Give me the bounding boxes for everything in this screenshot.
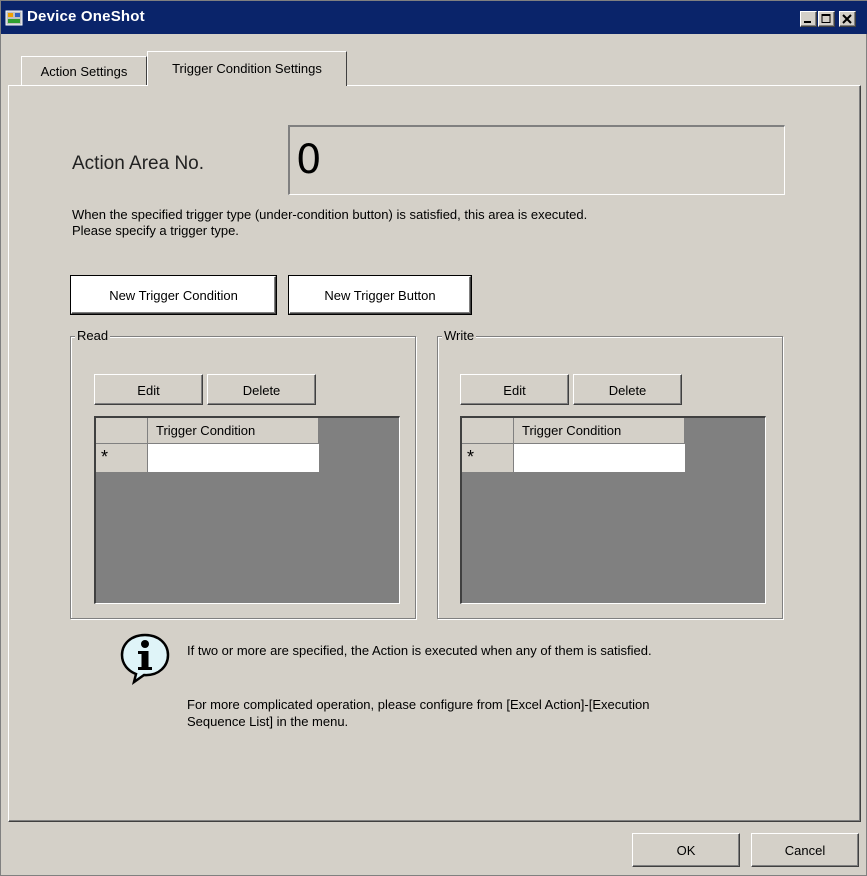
info-note-complicated: For more complicated operation, please c… — [187, 696, 649, 730]
action-area-number-field: 0 — [288, 125, 785, 195]
description-text: When the specified trigger type (under-c… — [72, 207, 587, 239]
title-bar[interactable]: Device OneShot — [1, 1, 867, 34]
write-delete-button[interactable]: Delete — [573, 374, 682, 405]
write-edit-button[interactable]: Edit — [460, 374, 569, 405]
tab-action-settings[interactable]: Action Settings — [21, 56, 147, 85]
action-area-value: 0 — [296, 137, 322, 183]
ok-button[interactable]: OK — [632, 833, 740, 867]
read-column-header[interactable]: Trigger Condition — [148, 418, 319, 444]
read-group-legend: Read — [75, 328, 111, 343]
close-button[interactable] — [839, 11, 856, 27]
grid-corner — [96, 418, 148, 444]
read-trigger-grid[interactable]: Trigger Condition * — [94, 416, 400, 604]
cancel-button[interactable]: Cancel — [751, 833, 859, 867]
tab-trigger-condition-settings[interactable]: Trigger Condition Settings — [147, 51, 347, 89]
read-new-row-cell[interactable] — [148, 444, 319, 472]
device-oneshot-window: Device OneShot Action Settings Trigger C… — [0, 0, 867, 876]
close-icon — [842, 14, 852, 24]
minimize-button[interactable] — [800, 11, 817, 27]
read-new-row-header[interactable]: * — [96, 444, 148, 472]
write-trigger-grid[interactable]: Trigger Condition * — [460, 416, 766, 604]
description-line-2: Please specify a trigger type. — [72, 223, 239, 238]
new-trigger-condition-button[interactable]: New Trigger Condition — [71, 276, 276, 314]
write-column-header[interactable]: Trigger Condition — [514, 418, 685, 444]
action-area-label: Action Area No. — [72, 153, 205, 174]
description-line-1: When the specified trigger type (under-c… — [72, 207, 588, 222]
read-edit-button[interactable]: Edit — [94, 374, 203, 405]
info-icon — [120, 633, 170, 685]
minimize-icon — [804, 21, 811, 23]
grid-corner — [462, 418, 514, 444]
info-note-line-2: Sequence List] in the menu. — [187, 714, 349, 729]
maximize-icon — [821, 14, 831, 23]
window-title: Device OneShot — [27, 8, 145, 25]
info-note-any: If two or more are specified, the Action… — [187, 643, 652, 658]
new-trigger-button-button[interactable]: New Trigger Button — [289, 276, 471, 314]
maximize-button[interactable] — [818, 11, 835, 27]
info-note-line-1: For more complicated operation, please c… — [187, 697, 650, 712]
write-new-row-header[interactable]: * — [462, 444, 514, 472]
write-new-row-cell[interactable] — [514, 444, 685, 472]
app-icon — [5, 10, 23, 26]
write-group-legend: Write — [442, 328, 477, 343]
read-delete-button[interactable]: Delete — [207, 374, 316, 405]
